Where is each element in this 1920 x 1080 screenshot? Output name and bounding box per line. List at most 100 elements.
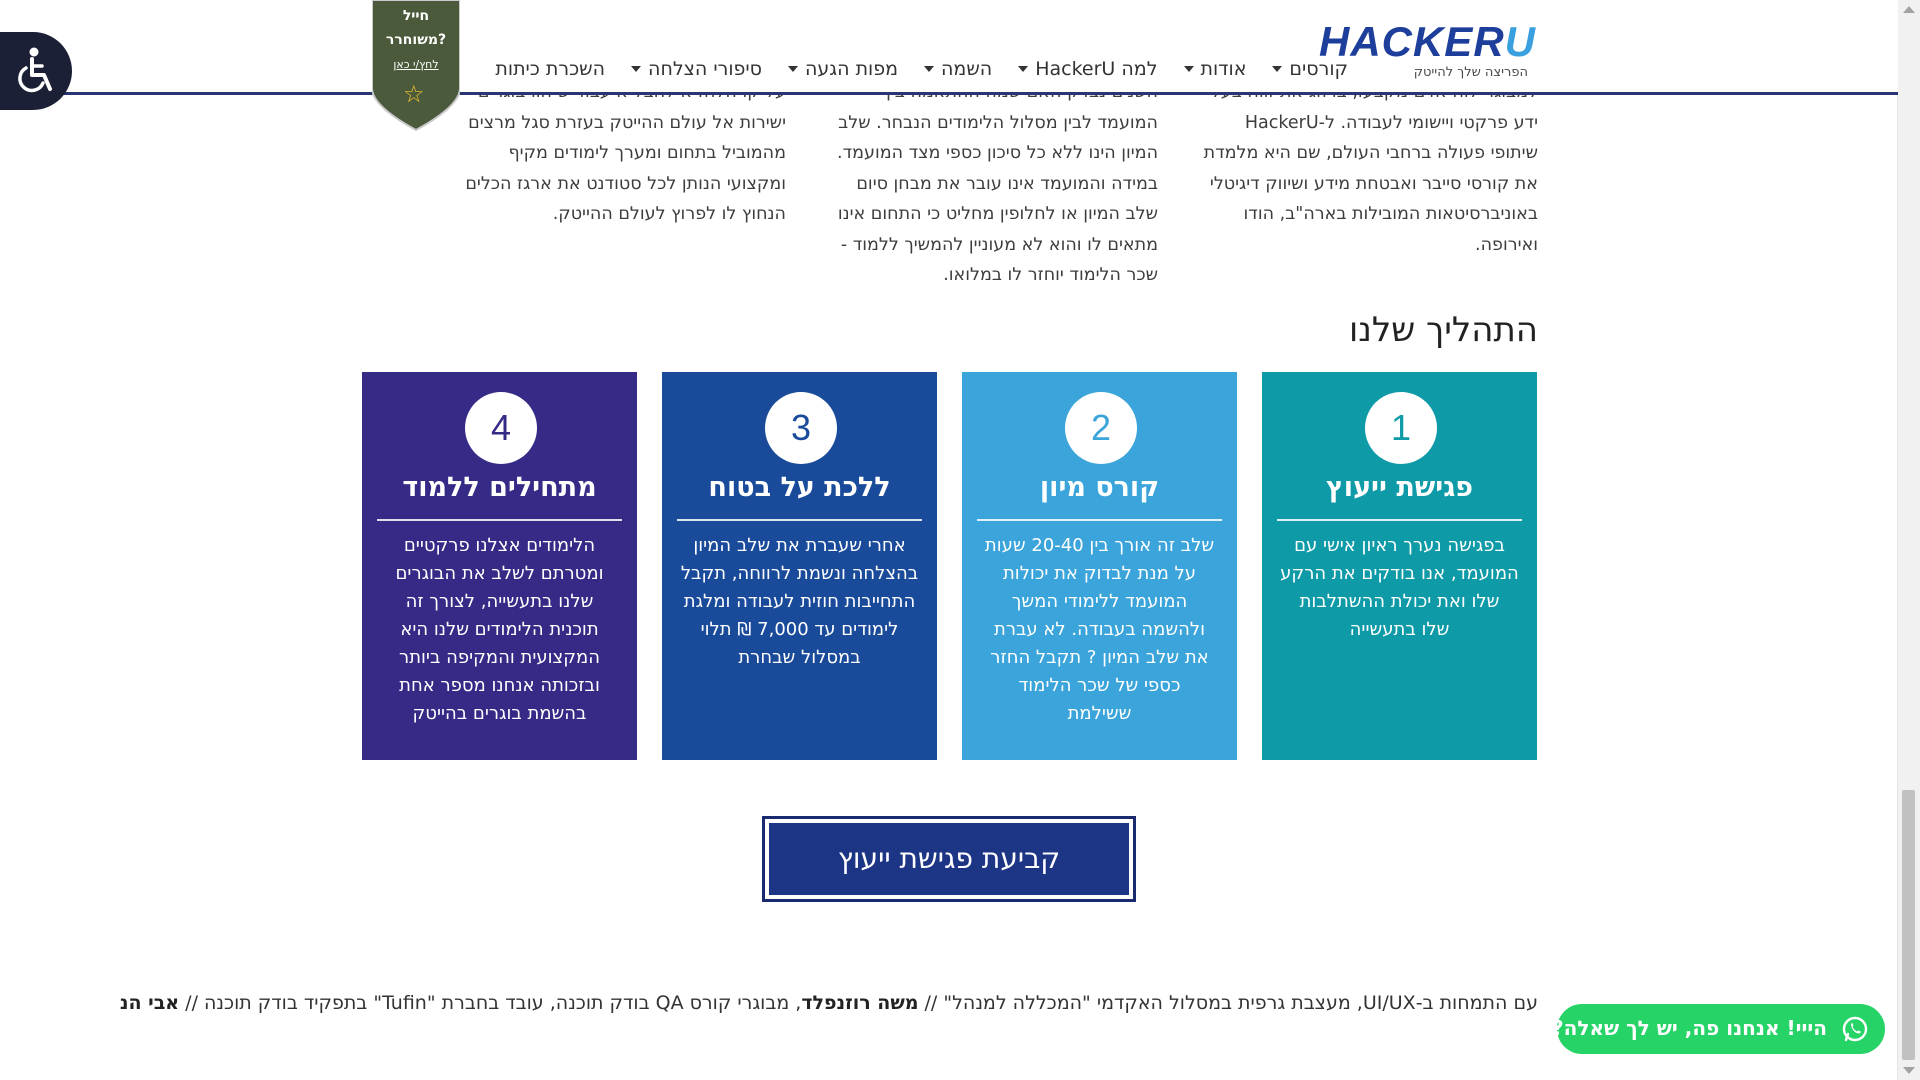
page-scrollbar[interactable]	[1897, 0, 1920, 1080]
text-line: התחייבות חוזית לעבודה ומלגת	[683, 591, 916, 612]
hackeru-logo[interactable]: HACKERU הפריצה שלך להייטק	[1319, 18, 1536, 82]
process-step-1: 1 פגישת ייעוץ בפגישה נערך ראיון אישי עם …	[1262, 372, 1537, 760]
text-line: שלב המיון או לחלופין מחליט כי התחום אינו	[837, 204, 1158, 224]
chevron-down-icon	[787, 66, 798, 72]
nav-label: למה HackerU	[1035, 58, 1158, 80]
veteran-badge[interactable]: חייל משוחרר? לחץ/י כאן ☆	[372, 0, 460, 132]
step-description: אחרי שעברת את שלב המיון בהצלחה ונשמת לרו…	[674, 532, 925, 672]
accessibility-button[interactable]	[0, 32, 72, 110]
text-line: שלו בתעשייה	[1349, 619, 1450, 640]
divider	[677, 519, 922, 521]
logo-tagline: הפריצה שלך להייטק	[1413, 65, 1528, 80]
text-line: המועמד לבין מסלול הלימודים הנבחר. שלב	[838, 112, 1158, 133]
text-line: שיתופי פעולה ברחבי העולם, שם היא מלמדת	[1203, 143, 1538, 163]
process-step-3: 3 ללכת על בטוח אחרי שעברת את שלב המיון ב…	[662, 372, 947, 760]
text-line: על מנת לבדוק את יכולות	[1002, 563, 1197, 584]
whatsapp-chat-button[interactable]: הייי! אנחנו פה, יש לך שאלה?	[1552, 1004, 1885, 1054]
badge-line2: משוחרר?	[385, 32, 447, 48]
nav-label: אודות	[1200, 58, 1247, 80]
chevron-down-icon	[1272, 66, 1283, 72]
wheelchair-icon	[18, 47, 52, 93]
about-column-left: על קו הלחז א לחבל א עבוד ש חוו בוגרים יש…	[465, 77, 786, 230]
divider	[977, 519, 1222, 521]
text-line: המועמד ללימודי המשך	[1011, 591, 1188, 612]
scroll-up-arrow-icon[interactable]	[1903, 6, 1915, 13]
step-number: 4	[465, 392, 537, 464]
nav-label: קורסים	[1289, 58, 1348, 80]
nav-item-about[interactable]: אודות	[1183, 58, 1247, 80]
step-description: בפגישה נערך ראיון אישי עם המועמד, אנו בו…	[1274, 532, 1525, 644]
about-column-middle: השנים נבדק האם שמה ההתאמה בין המועמד לבי…	[837, 77, 1158, 291]
text-line: שלב זה אורך בין 20-40 שעות	[984, 535, 1215, 556]
text-line: המקצועית והמקיפה ביותר	[399, 647, 600, 668]
text-line: המיון הינו ללא כל סיכון כספי מצד המועמד.	[837, 143, 1158, 163]
chevron-down-icon	[924, 66, 935, 72]
text-line: ואירופה.	[1475, 234, 1538, 255]
step-title: מתחילים ללמוד	[402, 472, 597, 503]
about-column-right: למבוגר לוח אזים מקבעו, ברוזג את זווח בעל…	[1204, 77, 1538, 260]
text-line: את שלב המיון ? תקבל החזר	[990, 647, 1209, 668]
step-title: ללכת על בטוח	[708, 472, 891, 503]
scroll-down-arrow-icon[interactable]	[1903, 1067, 1915, 1074]
text-line: באוניברסיטאות המובילות בארה"ב, הודו	[1243, 204, 1538, 224]
text-line: ולהשמה בעבודה. לא עברת	[993, 619, 1206, 640]
nav-item-courses[interactable]: קורסים	[1272, 58, 1348, 80]
process-title: התהליך שלנו	[1348, 310, 1538, 350]
step-title: פגישת ייעוץ	[1325, 472, 1474, 503]
book-consultation-button[interactable]: קביעת פגישת ייעוץ	[762, 816, 1136, 902]
nav-label: השכרת כיתות	[495, 58, 606, 80]
arrow-icon	[637, 436, 647, 456]
text-line: ששילמת	[1067, 703, 1132, 724]
step-number: 2	[1065, 392, 1137, 464]
step-description: הלימודים אצלנו פרקטיים ומטרתם לשלב את הב…	[374, 532, 625, 728]
step-description: שלב זה אורך בין 20-40 שעות על מנת לבדוק …	[974, 532, 1225, 728]
text-line: כספי של שכר הלימוד	[1018, 675, 1181, 696]
step-number: 3	[765, 392, 837, 464]
scrollbar-thumb[interactable]	[1902, 790, 1915, 1060]
site-header: HACKERU הפריצה שלך להייטק קורסים אודות ל…	[0, 0, 1898, 95]
cta-label: קביעת פגישת ייעוץ	[769, 823, 1129, 895]
chevron-down-icon	[1018, 66, 1029, 72]
text-line: במסלול שבחרת	[738, 647, 861, 668]
nav-item-placement[interactable]: השמה	[924, 58, 992, 80]
text-line: לימודים עד 7,000 ₪ תלוי	[700, 619, 899, 640]
badge-line1: חייל	[402, 8, 430, 24]
ticker-text: עם התמחות ב-UI/UX, מעצבת גרפית במסלול הא…	[120, 992, 1538, 1014]
nav-item-maps[interactable]: מפות הגעה	[787, 58, 899, 80]
chevron-down-icon	[1183, 66, 1194, 72]
step-title: קורס מיון	[1039, 472, 1160, 503]
text-line: הלימודים אצלנו פרקטיים	[403, 535, 596, 556]
text-line: במידה והמועמד אינו עובר את מבחן סיום	[856, 173, 1158, 194]
text-line: מתאים לו והוא לא מעוניין להמשיך ללמוד -	[840, 234, 1158, 255]
text-line: שכר הלימוד יוחזר לו במלואו.	[943, 265, 1158, 285]
whatsapp-icon	[1842, 1016, 1868, 1042]
arrow-icon	[937, 436, 947, 456]
badge-link[interactable]: לחץ/י כאן	[372, 58, 460, 71]
nav-item-why-hackeru[interactable]: למה HackerU	[1018, 58, 1158, 80]
text-line: הנחוץ לו לפרוץ לעולם ההייטק.	[552, 204, 786, 224]
text-line: ובזכותה אנחנו מספר אחת	[399, 675, 600, 696]
process-step-4: 4 מתחילים ללמוד הלימודים אצלנו פרקטיים ו…	[362, 372, 647, 760]
text-line: תוכנית הלימודים שלנו היא	[400, 619, 599, 640]
ticker-segment: עם התמחות ב-UI/UX, מעצבת גרפית במסלול הא…	[918, 992, 1538, 1014]
nav-label: מפות הגעה	[804, 58, 899, 80]
text-line: ומקצועי הנותן לכל סטודנט את ארגז הכלים	[465, 173, 786, 194]
divider	[1277, 519, 1522, 521]
text-line: בהשמת בוגרים בהייטק	[412, 703, 587, 724]
divider	[377, 519, 622, 521]
process-step-2: 2 קורס מיון שלב זה אורך בין 20-40 שעות ע…	[962, 372, 1247, 760]
logo-wordmark: HACKERU	[1318, 18, 1536, 65]
text-line: בפגישה נערך ראיון אישי עם	[1294, 535, 1505, 556]
text-line: את קורסי סייבר ואבטחת מידע ושיווק דיגיטל…	[1209, 173, 1538, 194]
text-line: ישירות אל עולם ההייטק בעזרת סגל מרצים	[468, 112, 786, 133]
text-line: שלו ואת יכולת ההשתלבות	[1299, 591, 1500, 612]
main-nav: קורסים אודות למה HackerU השמה מפות הגעה …	[469, 58, 1348, 80]
step-number: 1	[1365, 392, 1437, 464]
text-line: מהמוביל בתחום ומערך לימודים מקיף	[508, 143, 786, 163]
text-line: שלנו בתעשייה, לצורך זה	[405, 591, 594, 612]
nav-item-classroom-rental[interactable]: השכרת כיתות	[495, 58, 605, 80]
text-line: בהצלחה ונשמת לרווחה, תקבל	[680, 563, 919, 584]
star-icon: ☆	[403, 80, 425, 108]
nav-item-success-stories[interactable]: סיפורי הצלחה	[631, 58, 762, 80]
ticker-segment: , מבוגרי קורס QA בודק תוכנה, עובד בחברת …	[179, 992, 802, 1014]
